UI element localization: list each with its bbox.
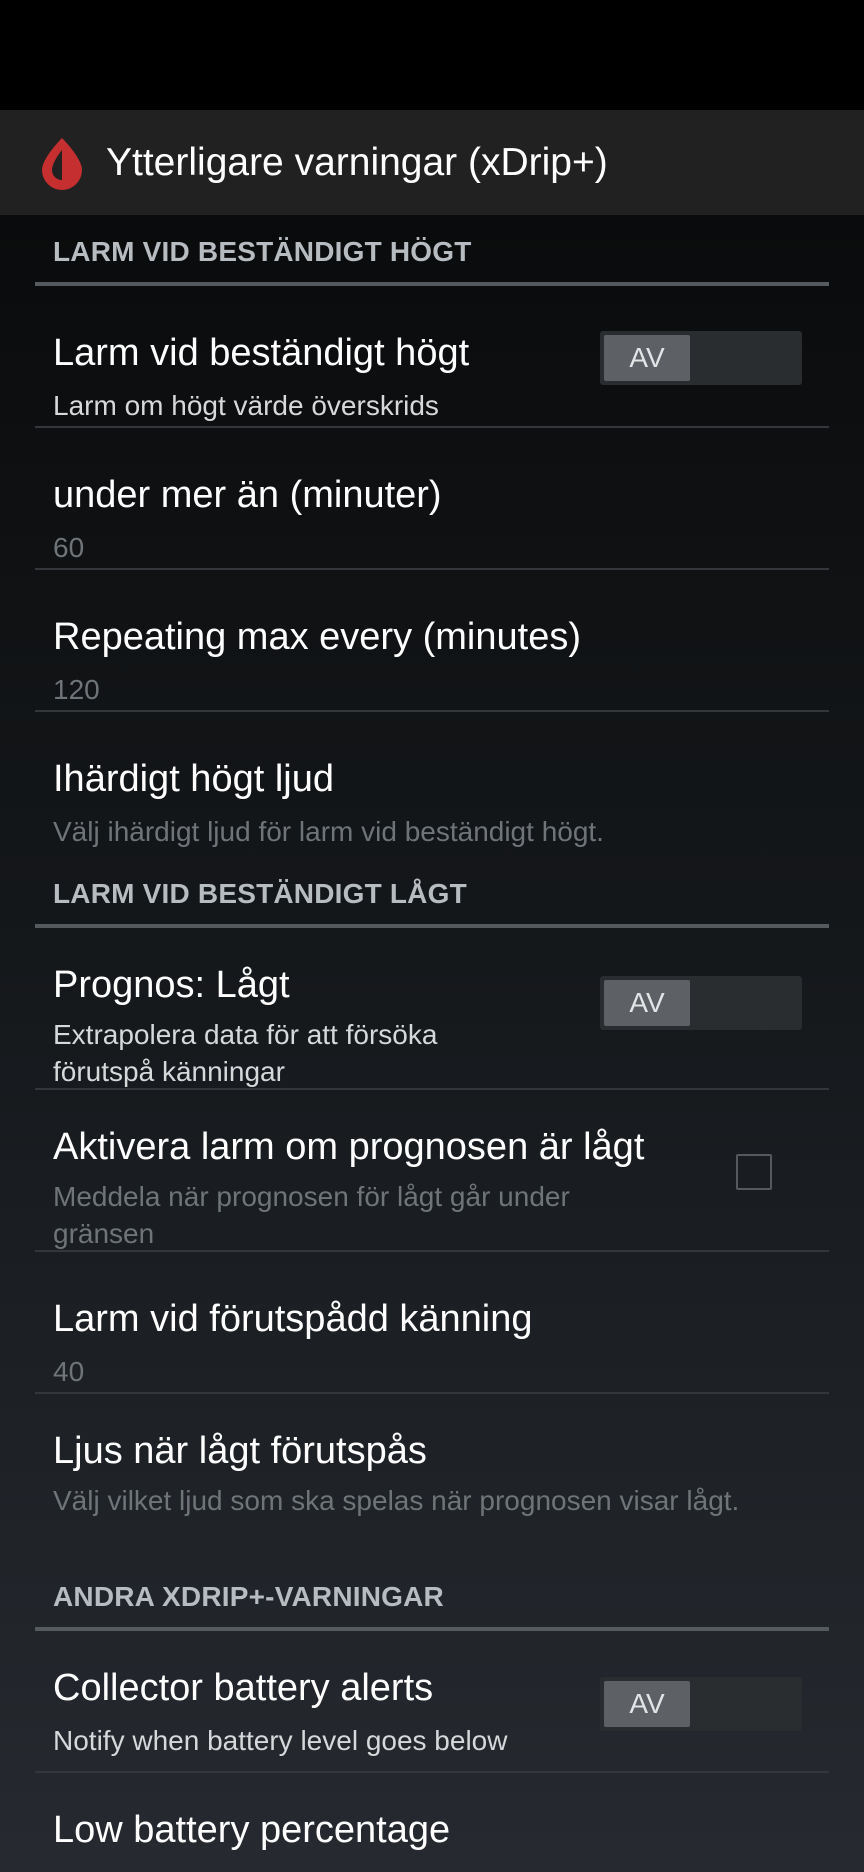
pref-repeat-interval[interactable]: Repeating max every (minutes) 120 (35, 570, 829, 712)
pref-title: Repeating max every (minutes) (53, 616, 581, 658)
pref-title: Ljus när lågt förutspås (53, 1430, 427, 1472)
pref-summary: Notify when battery level goes below (53, 1725, 508, 1756)
pref-title: Larm vid förutspådd känning (53, 1298, 533, 1340)
status-bar (0, 0, 864, 110)
pref-summary: Meddela när prognosen för lågt går under… (53, 1181, 570, 1249)
forecast-low-toggle[interactable]: AV (600, 976, 802, 1030)
screen-title: Ytterligare varningar (xDrip+) (106, 141, 608, 184)
switch-thumb: AV (604, 335, 690, 381)
pref-low-battery-percentage[interactable]: Low battery percentage (35, 1773, 829, 1872)
pref-predicted-low-sound[interactable]: Ljus när lågt förutspås Välj vilket ljud… (35, 1394, 829, 1554)
pref-title: Aktivera larm om prognosen är lågt (53, 1126, 645, 1168)
preference-list[interactable]: LARM VID BESTÄNDIGT HÖGT Larm vid bestän… (0, 215, 864, 1872)
persistent-high-toggle[interactable]: AV (600, 331, 802, 385)
pref-forecast-low[interactable]: Prognos: Lågt Extrapolera data för att f… (35, 928, 829, 1090)
pref-value: 120 (53, 674, 100, 705)
pref-value: 60 (53, 532, 85, 563)
pref-summary: Larm om högt värde överskrids (53, 390, 439, 421)
category-title: ANDRA XDRIP+-VARNINGAR (53, 1581, 444, 1612)
switch-thumb: AV (604, 980, 690, 1026)
category-other-alerts: ANDRA XDRIP+-VARNINGAR (35, 1554, 829, 1631)
category-persistent-low: LARM VID BESTÄNDIGT LÅGT (35, 844, 829, 928)
category-persistent-high: LARM VID BESTÄNDIGT HÖGT (35, 215, 829, 286)
pref-title: Ihärdigt högt ljud (53, 758, 334, 800)
collector-battery-toggle[interactable]: AV (600, 1677, 802, 1731)
forecast-low-checkbox[interactable] (736, 1154, 772, 1190)
pref-predicted-low-alarm[interactable]: Larm vid förutspådd känning 40 (35, 1252, 829, 1394)
pref-persistent-high-sound[interactable]: Ihärdigt högt ljud Välj ihärdigt ljud fö… (35, 712, 829, 847)
category-title: LARM VID BESTÄNDIGT LÅGT (53, 878, 467, 909)
pref-summary: Välj vilket ljud som ska spelas när prog… (53, 1485, 740, 1516)
pref-title: Prognos: Lågt (53, 964, 290, 1006)
pref-duration-minutes[interactable]: under mer än (minuter) 60 (35, 428, 829, 570)
pref-title: Collector battery alerts (53, 1667, 434, 1709)
pref-summary: Extrapolera data för att försöka förutsp… (53, 1019, 438, 1087)
pref-title: Larm vid beständigt högt (53, 332, 470, 374)
pref-title: Low battery percentage (53, 1809, 451, 1851)
pref-value: 40 (53, 1356, 85, 1387)
category-title: LARM VID BESTÄNDIGT HÖGT (53, 236, 472, 267)
pref-collector-battery-alerts[interactable]: Collector battery alerts Notify when bat… (35, 1631, 829, 1773)
switch-thumb: AV (604, 1681, 690, 1727)
drop-icon[interactable] (38, 136, 86, 190)
pref-persistent-high-alarm[interactable]: Larm vid beständigt högt Larm om högt vä… (35, 286, 829, 428)
pref-forecast-low-alarm[interactable]: Aktivera larm om prognosen är lågt Medde… (35, 1090, 829, 1252)
action-bar: Ytterligare varningar (xDrip+) (0, 110, 864, 215)
pref-title: under mer än (minuter) (53, 474, 442, 516)
